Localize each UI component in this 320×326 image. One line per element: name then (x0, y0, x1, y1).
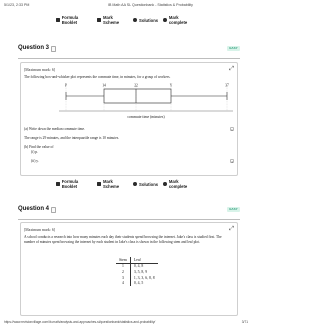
tick-label: P (65, 84, 67, 88)
mark-scheme-button[interactable]: Mark Scheme (97, 179, 128, 189)
mark-complete-label: Mark complete (168, 179, 188, 189)
question-3-intro: The following box-and-whisker plot repre… (24, 75, 171, 79)
question-4-header: Question 4 EASY (18, 204, 240, 216)
formula-booklet-button[interactable]: Formula Booklet (56, 15, 92, 25)
table-row: 3 1, 3, 3, 6, 8, 8 (116, 274, 158, 281)
print-page-title: IB Math AA SL Questionbank - Statistics … (108, 3, 193, 7)
question-toolbar-bottom: Formula Booklet Mark Scheme Solutions Ma… (56, 179, 196, 189)
mark-complete-button[interactable]: Mark complete (163, 179, 196, 189)
check-circle-icon (163, 182, 167, 186)
part-b-marks: 4 (230, 159, 234, 164)
stem-cell: 4 (116, 280, 131, 286)
expand-icon[interactable]: ⤢ (229, 226, 234, 232)
tick-label: 14 (102, 84, 106, 88)
divider (18, 58, 240, 59)
leaf-cell: 0, 4, 5 (133, 281, 144, 286)
tick-label: Y (170, 84, 173, 88)
question-4-card: [Maximum mark: 6] ⤢ A school conducts a … (20, 222, 238, 316)
mark-complete-button[interactable]: Mark complete (163, 15, 196, 25)
max-mark: [Maximum mark: 6] (24, 228, 56, 232)
solutions-button[interactable]: Solutions (133, 182, 158, 187)
formula-booklet-button[interactable]: Formula Booklet (56, 179, 92, 189)
max-mark: [Maximum mark: 6] (24, 68, 56, 72)
box-plot: P 14 22 Y 37 commute time (minutes) (59, 84, 233, 119)
copy-icon[interactable] (51, 46, 56, 52)
question-4-intro: A school conducts a research into how ma… (24, 235, 222, 244)
table-row: 4 0, 4, 5 (116, 280, 158, 286)
play-icon (133, 18, 138, 22)
check-circle-icon (163, 18, 167, 22)
question-toolbar-top: Formula Booklet Mark Scheme Solutions Ma… (56, 15, 196, 25)
box (103, 88, 172, 104)
part-b-ii: (ii) y. (31, 159, 39, 163)
solutions-label: Solutions (139, 17, 159, 23)
print-page-number: 3/71 (241, 320, 248, 324)
print-header: 5/1/23, 2:33 PM IB Math AA SL Questionba… (0, 0, 252, 10)
document-icon (97, 18, 102, 22)
divider (18, 219, 240, 220)
leaf-cell: 1, 3, 3, 6, 8, 8 (133, 275, 155, 280)
expand-icon[interactable]: ⤢ (229, 66, 234, 72)
part-b: (b) Find the value of (24, 145, 54, 149)
part-b-i: (i) p. (31, 150, 38, 154)
formula-booklet-label: Formula Booklet (61, 179, 79, 189)
print-url: https://www.revisionvillage.com/ib-math/… (4, 320, 156, 324)
question-3-card: [Maximum mark: 6] ⤢ The following box-an… (20, 62, 238, 176)
tick-label: 37 (225, 84, 229, 88)
difficulty-badge: EASY (227, 207, 240, 212)
book-icon (56, 18, 60, 22)
part-a: (a) Write down the median commute time. (24, 127, 85, 131)
solutions-button[interactable]: Solutions (133, 18, 158, 23)
print-datetime: 5/1/23, 2:33 PM (4, 3, 30, 7)
stem-leaf-table: Stem Leaf 1 0, 4, 8 2 3, 5, 8, 9 3 1, 3,… (116, 257, 158, 286)
question-3-header: Question 3 EASY (18, 43, 240, 55)
question-4-title: Question 4 (18, 206, 50, 212)
mark-complete-label: Mark complete (168, 15, 188, 25)
document-icon (97, 182, 102, 186)
given-info: The range is 29 minutes, and the interqu… (24, 136, 120, 140)
axis-label: commute time (minutes) (127, 115, 165, 119)
play-icon (133, 182, 138, 186)
mark-scheme-button[interactable]: Mark Scheme (97, 15, 128, 25)
question-3-title: Question 3 (18, 45, 50, 51)
part-a-marks: 1 (230, 127, 234, 132)
formula-booklet-label: Formula Booklet (61, 15, 79, 25)
mark-scheme-label: Mark Scheme (103, 15, 120, 25)
tick-label: 22 (134, 84, 138, 88)
solutions-label: Solutions (139, 181, 159, 187)
copy-icon[interactable] (51, 207, 56, 213)
difficulty-badge: EASY (227, 46, 240, 51)
mark-scheme-label: Mark Scheme (103, 179, 120, 189)
book-icon (56, 182, 60, 186)
